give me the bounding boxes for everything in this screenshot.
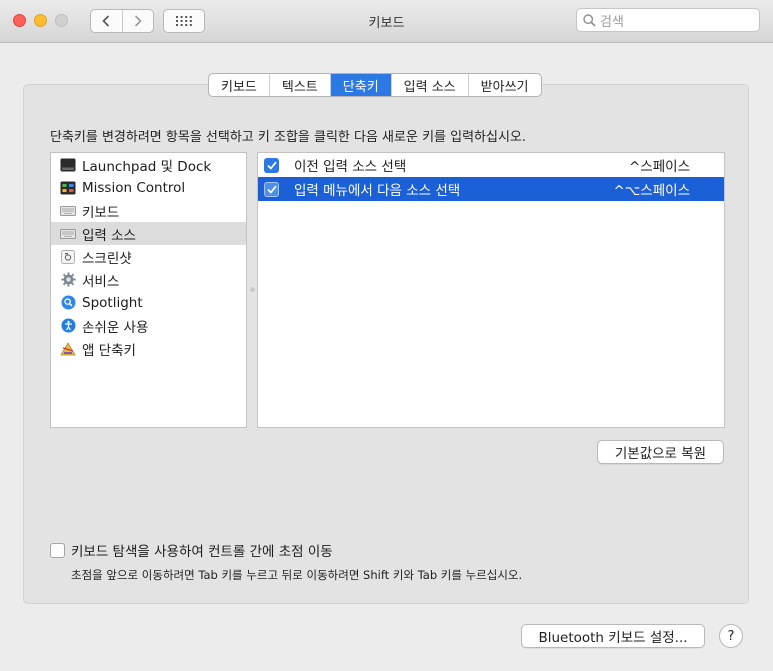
category-label: Launchpad 및 Dock [82,158,212,175]
search-input[interactable]: 검색 [576,8,760,32]
category-item-launchpad-dock[interactable]: Launchpad 및 Dock [51,153,246,176]
category-label: 스크린샷 [82,250,132,267]
search-icon [583,13,596,27]
category-item-input-sources[interactable]: 입력 소스 [51,222,246,245]
screenshot-icon [60,249,76,265]
category-item-app-shortcuts[interactable]: 앱 단축키 [51,337,246,360]
title-bar: 키보드 검색 [0,0,773,43]
preferences-window: 키보드 검색 키보드 텍스트 단축키 입력 소스 받아쓰기 단축키를 변경하려면… [0,0,773,671]
category-label: 키보드 [82,204,120,221]
category-label: Mission Control [82,179,186,196]
tab-shortcuts[interactable]: 단축키 [330,74,392,96]
shortcut-row-next-source[interactable]: 입력 메뉴에서 다음 소스 선택 ^⌥스페이스 [258,177,724,201]
category-label: 입력 소스 [82,227,136,244]
search-placeholder: 검색 [600,14,624,30]
app-shortcuts-icon [60,341,76,357]
category-label: Spotlight [82,294,143,311]
tab-text[interactable]: 텍스트 [270,74,331,96]
mission-control-icon [60,180,76,196]
shortcut-list: 이전 입력 소스 선택 ^스페이스 입력 메뉴에서 다음 소스 선택 ^⌥스페이… [257,152,725,428]
checkmark-icon [266,161,277,170]
checkmark-icon [266,185,277,194]
category-item-spotlight[interactable]: Spotlight [51,291,246,314]
shortcut-label: 입력 메뉴에서 다음 소스 선택 [294,183,461,199]
keyboard-navigation-hint: 초점을 앞으로 이동하려면 Tab 키를 누르고 뒤로 이동하려면 Shift … [71,568,523,582]
instruction-text: 단축키를 변경하려면 항목을 선택하고 키 조합을 클릭한 다음 새로운 키를 … [50,130,527,145]
keyboard-navigation-label: 키보드 탐색을 사용하여 컨트롤 간에 초점 이동 [71,544,333,560]
spotlight-icon [60,295,76,311]
shortcut-checkbox[interactable] [264,157,279,173]
category-label: 앱 단축키 [82,342,136,359]
bluetooth-keyboard-setup-button[interactable]: Bluetooth 키보드 설정... [521,624,705,648]
category-item-services[interactable]: 서비스 [51,268,246,291]
tab-keyboard[interactable]: 키보드 [209,74,270,96]
shortcut-row-previous-source[interactable]: 이전 입력 소스 선택 ^스페이스 [258,153,724,177]
category-item-mission-control[interactable]: Mission Control [51,176,246,199]
split-view-handle[interactable] [250,287,255,292]
keyboard-navigation-checkbox[interactable] [50,542,65,558]
gear-icon [60,272,76,288]
category-list: Launchpad 및 Dock Mission Control 키보드 입력 … [50,152,247,428]
tab-bar: 키보드 텍스트 단축키 입력 소스 받아쓰기 [208,73,542,97]
keyboard-icon [60,203,76,219]
accessibility-icon [60,318,76,334]
category-label: 서비스 [82,273,120,290]
shortcut-label: 이전 입력 소스 선택 [294,159,407,175]
keyboard-navigation-option[interactable]: 키보드 탐색을 사용하여 컨트롤 간에 초점 이동 [50,540,333,560]
tab-input-sources[interactable]: 입력 소스 [392,74,469,96]
tab-dictation[interactable]: 받아쓰기 [469,74,541,96]
category-item-keyboard[interactable]: 키보드 [51,199,246,222]
category-item-accessibility[interactable]: 손쉬운 사용 [51,314,246,337]
category-item-screenshots[interactable]: 스크린샷 [51,245,246,268]
shortcut-key[interactable]: ^⌥스페이스 [613,179,690,199]
help-button[interactable]: ? [719,624,743,648]
shortcut-key[interactable]: ^스페이스 [629,155,690,175]
restore-defaults-button[interactable]: 기본값으로 복원 [597,440,724,464]
keyboard-icon [60,226,76,242]
launchpad-dock-icon [60,157,76,173]
shortcut-checkbox[interactable] [264,181,279,197]
category-label: 손쉬운 사용 [82,319,149,336]
